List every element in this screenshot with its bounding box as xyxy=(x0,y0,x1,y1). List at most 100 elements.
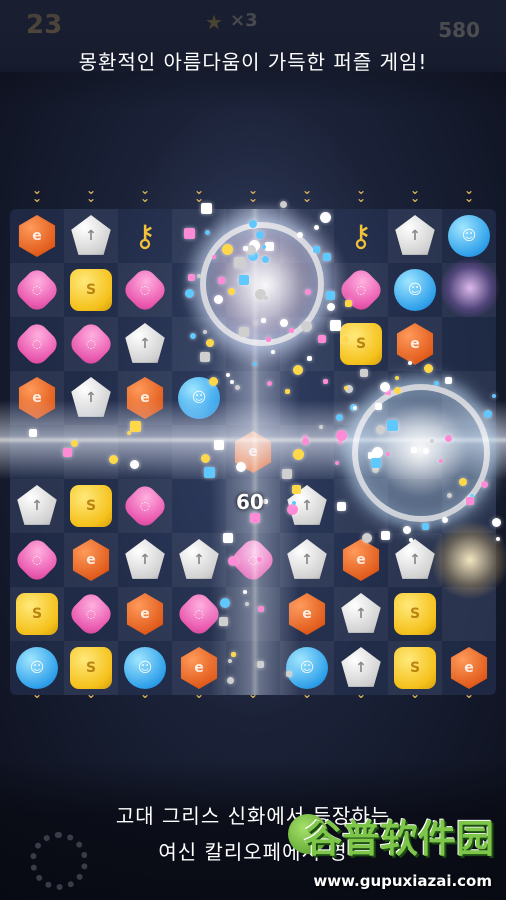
white-gem-symbol: ↑ xyxy=(301,552,313,568)
sparkle-particle xyxy=(407,360,412,365)
sparkle-particle xyxy=(265,336,271,342)
pink-gem-symbol: ◌ xyxy=(31,553,43,567)
yellow-gem-symbol: S xyxy=(85,282,97,298)
orange-gem-symbol: e xyxy=(194,660,204,676)
sparkle-particle xyxy=(184,227,196,239)
chevron-down-icon: ⌄ xyxy=(301,687,313,701)
sparkle-particle xyxy=(218,276,226,284)
sparkle-particle xyxy=(257,605,264,612)
sparkle-particle xyxy=(385,451,390,456)
sparkle-particle xyxy=(289,327,295,333)
chevron-down-icon: ⌄ ⌄ xyxy=(247,183,259,205)
key-gem-symbol: ⚷ xyxy=(134,218,156,254)
sparkle-particle xyxy=(379,382,390,393)
sparkle-particle xyxy=(380,530,390,540)
sparkle-particle xyxy=(203,466,215,478)
sparkle-particle xyxy=(222,243,234,255)
chevron-down-icon: ⌄ ⌄ xyxy=(139,183,151,205)
blue-gem[interactable]: ☺ xyxy=(16,647,58,689)
sparkle-particle xyxy=(325,290,335,300)
chevron-down-icon: ⌄ ⌄ xyxy=(85,183,97,205)
sparkle-particle xyxy=(230,379,235,384)
points-popup: 60 xyxy=(236,490,264,514)
orange-gem-symbol: e xyxy=(86,552,96,568)
yellow-gem[interactable]: S xyxy=(16,593,58,635)
orange-gem-symbol: e xyxy=(302,606,312,622)
game-screen: 23 ★ ×3 580 몽환적인 아름다움이 가득한 퍼즐 게임! e↑⚷⚷↑☺… xyxy=(0,0,506,900)
sparkle-particle xyxy=(293,448,305,460)
sparkle-particle xyxy=(459,477,467,486)
white-gem-symbol: ↑ xyxy=(409,552,421,568)
white-gem-symbol: ↑ xyxy=(139,336,151,352)
sparkle-particle xyxy=(322,252,331,261)
board-cell[interactable] xyxy=(442,533,496,587)
yellow-gem[interactable]: S xyxy=(70,485,112,527)
key-gem-symbol: ⚷ xyxy=(350,218,372,254)
sparkle-particle xyxy=(286,504,298,516)
orange-gem-symbol: e xyxy=(32,228,42,244)
yellow-gem[interactable]: S xyxy=(340,323,382,365)
sparkle-particle xyxy=(496,537,501,542)
yellow-gem-symbol: S xyxy=(409,660,421,676)
board-cell[interactable] xyxy=(442,317,496,371)
blue-gem[interactable]: ☺ xyxy=(124,647,166,689)
blue-gem[interactable]: ☺ xyxy=(448,215,490,257)
chevron-down-icon: ⌄ xyxy=(193,687,205,701)
sparkle-particle xyxy=(296,231,303,238)
white-gem-symbol: ↑ xyxy=(139,552,151,568)
sparkle-particle xyxy=(255,231,264,239)
board-cell[interactable] xyxy=(442,263,496,317)
sparkle-particle xyxy=(422,447,429,454)
sparkle-particle xyxy=(29,428,38,437)
pink-gem-symbol: ◌ xyxy=(31,337,43,351)
sparkle-particle xyxy=(227,659,232,664)
sparkle-particle xyxy=(248,219,257,228)
key-icon[interactable]: ⚷ xyxy=(340,215,382,257)
chevron-down-icon: ⌄ xyxy=(463,687,475,701)
blue-gem[interactable]: ☺ xyxy=(394,269,436,311)
sparkle-particle xyxy=(271,349,276,354)
sparkle-particle xyxy=(335,430,347,442)
white-gem-symbol: ↑ xyxy=(409,228,421,244)
sparkle-particle xyxy=(214,294,224,304)
sparkle-particle xyxy=(264,242,274,252)
sparkle-particle xyxy=(306,356,312,362)
orange-gem-symbol: e xyxy=(464,660,474,676)
sparkle-particle xyxy=(318,424,323,429)
sparkle-particle xyxy=(223,532,234,543)
chevron-down-icon: ⌄ xyxy=(409,687,421,701)
chevron-down-icon: ⌄ ⌄ xyxy=(409,183,421,205)
yellow-gem[interactable]: S xyxy=(394,593,436,635)
sparkle-particle xyxy=(257,660,265,668)
key-icon[interactable]: ⚷ xyxy=(124,215,166,257)
white-gem-symbol: ↑ xyxy=(355,606,367,622)
white-gem-symbol: ↑ xyxy=(193,552,205,568)
blue-gem-symbol: ☺ xyxy=(137,660,153,676)
sparkle-particle xyxy=(233,256,245,268)
orange-gem-symbol: e xyxy=(140,606,150,622)
chevron-down-icon: ⌄ xyxy=(85,687,97,701)
yellow-gem[interactable]: S xyxy=(70,269,112,311)
sparkle-particle xyxy=(421,523,429,531)
sparkle-particle xyxy=(317,335,326,344)
sparkle-particle xyxy=(410,446,417,453)
yellow-gem[interactable]: S xyxy=(394,647,436,689)
sparkle-particle xyxy=(238,275,249,286)
sparkle-particle xyxy=(304,288,311,295)
chevron-down-icon: ⌄ xyxy=(31,687,43,701)
yellow-gem[interactable]: S xyxy=(70,647,112,689)
sparkle-particle xyxy=(211,254,216,259)
sparkle-particle xyxy=(285,670,292,677)
top-caption: 몽환적인 아름다움이 가득한 퍼즐 게임! xyxy=(78,50,428,74)
board-cell[interactable] xyxy=(442,587,496,641)
chevron-down-icon: ⌄ ⌄ xyxy=(301,183,313,205)
white-gem-symbol: ↑ xyxy=(85,228,97,244)
sparkle-particle xyxy=(213,440,224,451)
sparkle-particle xyxy=(280,200,288,208)
chevron-down-icon: ⌄ xyxy=(247,687,259,701)
sparkle-particle xyxy=(262,255,270,263)
blue-gem-symbol: ☺ xyxy=(299,660,315,676)
sparkle-particle xyxy=(359,369,368,377)
sparkle-particle xyxy=(285,388,291,394)
sparkle-particle xyxy=(343,385,348,390)
